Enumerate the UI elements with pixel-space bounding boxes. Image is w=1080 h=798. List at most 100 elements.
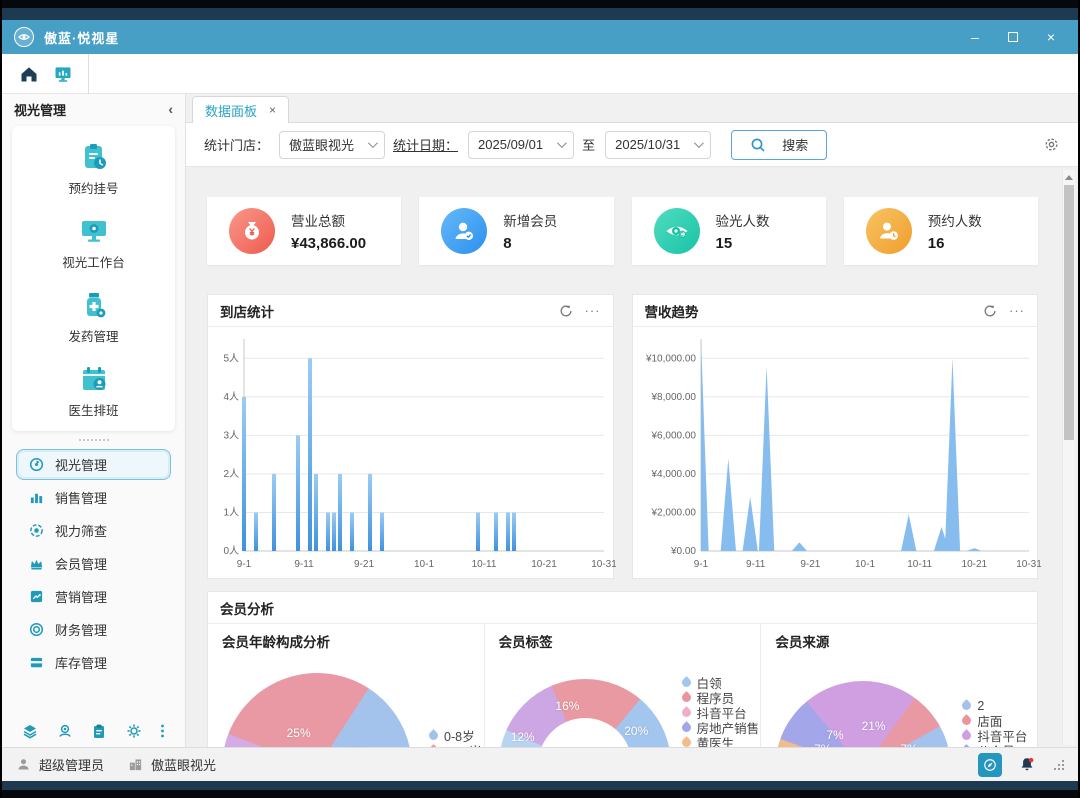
more-options-icon[interactable]: ··· xyxy=(1009,303,1025,318)
legend-label: 黄医生 xyxy=(696,737,735,747)
person-check-icon xyxy=(441,208,488,254)
clipboard-button[interactable] xyxy=(91,723,107,739)
member-tags-chart: 会员标签 16% 20% 12% 白领程序员抖音平台房地产销售黄医生快手平台李医生 xyxy=(485,624,762,747)
location-person-button[interactable] xyxy=(57,723,73,739)
vertical-scrollbar[interactable] xyxy=(1062,170,1075,745)
date-to-select[interactable]: 2025/10/31 xyxy=(605,130,712,159)
sidebar-item-screening[interactable]: 视力筛查 xyxy=(16,515,171,546)
legend-item[interactable]: 9-18岁 xyxy=(427,743,484,747)
chevron-down-icon xyxy=(694,138,705,149)
pie-percent-label: 19% xyxy=(347,745,371,747)
sidebar-item-marketing[interactable]: 营销管理 xyxy=(16,581,171,612)
svg-text:10-31: 10-31 xyxy=(1016,559,1041,570)
navigator-button[interactable] xyxy=(978,752,1002,777)
scrollbar-thumb[interactable] xyxy=(1064,185,1074,440)
crown-icon xyxy=(30,559,43,570)
calendar-person-icon xyxy=(82,367,105,390)
sub-chart-title: 会员年龄构成分析 xyxy=(222,635,330,650)
date-from-select[interactable]: 2025/09/01 xyxy=(468,130,575,159)
sidebar-drag-handle[interactable] xyxy=(2,439,185,445)
frame-bottom-navy xyxy=(2,781,1078,790)
toolbar-separator xyxy=(88,53,89,94)
legend-marker-icon xyxy=(960,699,974,712)
stat-card-value: 8 xyxy=(503,235,512,252)
charts-row: 到店统计 ··· 0人 1人 2人 3人 4人 5人 9-1 9-11 9-21 10-1 10-1… xyxy=(207,294,1041,579)
more-options-icon[interactable]: ··· xyxy=(585,303,601,318)
stat-card-title: 验光人数 xyxy=(715,214,770,229)
refresh-icon[interactable] xyxy=(559,304,573,318)
legend-marker-icon xyxy=(679,691,693,704)
tab-bar: 数据面板 × xyxy=(186,94,1078,123)
sidebar-item-label: 财务管理 xyxy=(55,623,108,638)
notifications-button[interactable] xyxy=(1018,756,1036,774)
eye-icon xyxy=(653,208,700,254)
svg-text:9-11: 9-11 xyxy=(746,559,766,570)
legend-marker-icon xyxy=(679,706,693,719)
maximize-button[interactable] xyxy=(998,25,1028,49)
refresh-icon[interactable] xyxy=(983,304,997,318)
optometry-monitor-icon xyxy=(81,221,106,242)
search-button[interactable]: 搜索 xyxy=(731,129,828,160)
clipboard-clock-icon xyxy=(84,144,106,169)
dashboard-button[interactable] xyxy=(46,59,80,89)
home-button[interactable] xyxy=(12,59,46,89)
sidebar-item-members[interactable]: 会员管理 xyxy=(16,548,171,579)
legend-marker-icon xyxy=(960,744,974,747)
svg-text:¥6,000.00: ¥6,000.00 xyxy=(650,430,696,441)
quick-item-schedule[interactable]: 医生排班 xyxy=(12,364,175,419)
svg-text:¥8,000.00: ¥8,000.00 xyxy=(650,392,696,403)
sidebar-item-inventory[interactable]: 库存管理 xyxy=(16,647,171,678)
svg-text:9-21: 9-21 xyxy=(800,559,820,570)
toolbar xyxy=(2,53,1078,94)
trend-up-icon xyxy=(30,590,43,603)
stat-card-value: 16 xyxy=(927,235,945,252)
stat-card-optometry-count: 验光人数 15 xyxy=(631,197,826,265)
dashboard-settings-button[interactable] xyxy=(1043,136,1060,153)
quick-item-label: 医生排班 xyxy=(68,404,119,418)
sub-chart-title: 会员来源 xyxy=(775,635,830,650)
app-title: 傲蓝·悦视星 xyxy=(44,30,120,46)
layers-button[interactable] xyxy=(22,723,38,739)
quick-item-appointment[interactable]: 预约挂号 xyxy=(12,142,175,197)
minimize-button[interactable]: – xyxy=(960,25,990,49)
stat-card-title: 预约人数 xyxy=(927,214,982,229)
stat-card-title: 营业总额 xyxy=(291,214,345,229)
search-icon xyxy=(751,138,765,152)
quick-item-dispense[interactable]: 发药管理 xyxy=(12,290,175,345)
resize-grip[interactable] xyxy=(1054,759,1064,770)
sidebar-item-label: 会员管理 xyxy=(55,557,108,572)
svg-text:9-21: 9-21 xyxy=(354,559,374,570)
quick-item-workbench[interactable]: 视光工作台 xyxy=(12,216,175,271)
sidebar-collapse-button[interactable]: ‹ xyxy=(168,101,173,117)
sidebar-item-sales[interactable]: 销售管理 xyxy=(16,482,171,513)
close-button[interactable]: × xyxy=(1036,25,1066,49)
scroll-up-arrow[interactable] xyxy=(1063,170,1075,184)
age-pie-chart: 25% 19% xyxy=(222,673,412,747)
bar-chart-icon xyxy=(30,493,43,504)
sidebar: 视光管理 ‹ 预约挂号 视光工作台 发药管理 医生排班 视光管理 销售管理 视力… xyxy=(2,94,186,747)
source-pie-legend: 2店面抖音平台公众号官网 xyxy=(960,698,1027,747)
sidebar-item-finance[interactable]: 财务管理 xyxy=(16,614,171,645)
legend-marker-icon xyxy=(679,721,693,734)
more-button[interactable] xyxy=(160,723,165,739)
frame-top-navy xyxy=(2,8,1078,20)
person-clock-icon xyxy=(865,208,912,254)
sidebar-item-optometry[interactable]: 视光管理 xyxy=(16,449,171,480)
user-icon xyxy=(18,759,29,770)
settings-button[interactable] xyxy=(126,723,142,739)
store-select[interactable]: 傲蓝眼视光 xyxy=(279,130,386,159)
member-source-chart: 会员来源 21%7%7%4%7%4% 2店面抖音平台公众号官网 xyxy=(761,624,1037,747)
svg-text:¥0.00: ¥0.00 xyxy=(669,546,695,557)
storage-box-icon xyxy=(30,657,43,668)
tab-close-icon[interactable]: × xyxy=(269,103,276,117)
svg-text:10-21: 10-21 xyxy=(531,559,557,570)
compass-icon xyxy=(984,758,996,771)
coin-icon xyxy=(29,622,44,637)
filter-bar: 统计门店： 傲蓝眼视光 统计日期： 2025/09/01 至 2025/10/3… xyxy=(186,123,1078,167)
clipboard-icon xyxy=(94,724,104,738)
tab-data-panel[interactable]: 数据面板 × xyxy=(192,96,290,123)
revenue-area-chart: ¥0.00 ¥2,000.00 ¥4,000.00 ¥6,000.00 ¥8,000.0… xyxy=(644,339,1041,570)
pie-percent-label: 16% xyxy=(555,699,580,713)
titlebar: 傲蓝·悦视星 – × xyxy=(2,20,1078,54)
medicine-bottle-icon xyxy=(86,293,105,318)
